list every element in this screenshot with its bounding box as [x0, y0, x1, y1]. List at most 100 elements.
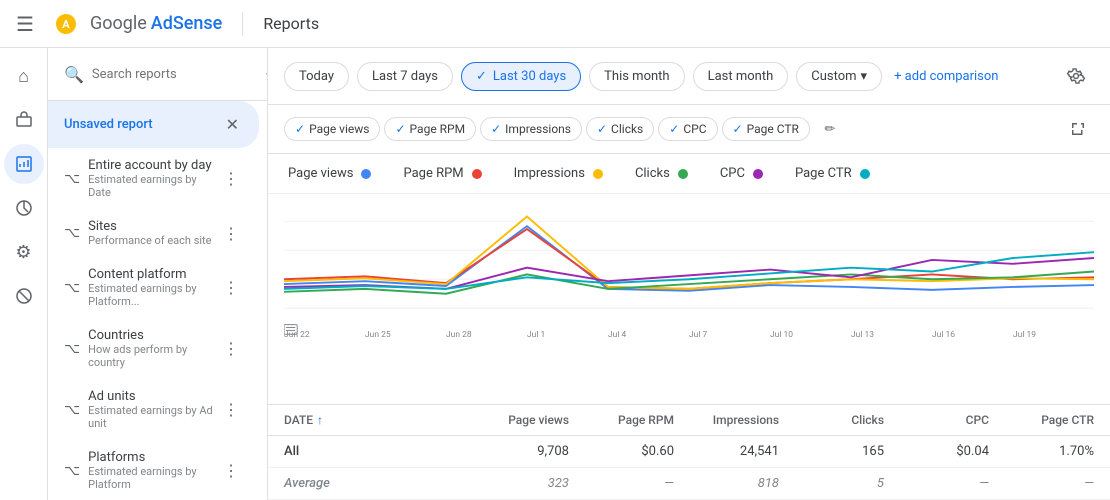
sidebar-item-ad-units[interactable]: ⌥ Ad units Estimated earnings by Ad unit… — [48, 379, 259, 440]
td-avg-page-rpm: — — [569, 476, 674, 491]
checkmark-icon: ✓ — [476, 69, 487, 84]
chip-cpc[interactable]: ✓ CPC — [658, 117, 717, 141]
legend-cpc: CPC — [720, 166, 763, 181]
custom-filter-button[interactable]: Custom ▾ — [796, 62, 882, 91]
legend-page-ctr: Page CTR — [795, 166, 870, 181]
legend-dot-page-ctr — [860, 169, 870, 179]
this-month-filter-button[interactable]: This month — [589, 62, 684, 91]
svg-text:Jul 19: Jul 19 — [1013, 330, 1036, 340]
header-divider — [242, 12, 243, 36]
countries-subtitle: How ads perform by country — [88, 343, 219, 369]
chip-page-rpm[interactable]: ✓ Page RPM — [384, 117, 476, 141]
td-avg-cpc: — — [884, 476, 989, 491]
date-filter-bar: Today Last 7 days ✓ Last 30 days This mo… — [268, 48, 1110, 105]
content-platform-more-icon[interactable]: ⋮ — [219, 274, 243, 301]
platforms-more-icon[interactable]: ⋮ — [219, 457, 243, 484]
td-avg-impressions: 818 — [674, 476, 779, 491]
google-text: Google — [90, 13, 147, 34]
svg-text:Jun 28: Jun 28 — [446, 330, 472, 340]
sidebar-item-sites[interactable]: ⌥ Sites Performance of each site ⋮ — [48, 209, 259, 257]
legend-impressions: Impressions — [514, 166, 603, 181]
ad-units-subtitle: Estimated earnings by Ad unit — [88, 404, 219, 430]
countries-more-icon[interactable]: ⋮ — [219, 335, 243, 362]
td-all-date: All — [284, 444, 464, 459]
entire-account-more-icon[interactable]: ⋮ — [219, 165, 243, 192]
nav-earnings-icon[interactable] — [4, 100, 44, 140]
nav-block-ads-icon[interactable] — [4, 276, 44, 316]
report-settings-icon[interactable] — [1058, 58, 1094, 94]
th-page-views[interactable]: Page views — [464, 413, 569, 427]
chip-impressions[interactable]: ✓ Impressions — [480, 117, 582, 141]
countries-label: Countries — [88, 328, 219, 343]
today-filter-button[interactable]: Today — [284, 62, 349, 91]
legend-dot-cpc — [753, 169, 763, 179]
td-avg-clicks: 5 — [779, 476, 884, 491]
legend-dot-impressions — [593, 169, 603, 179]
brand-name: Google AdSense — [90, 13, 222, 34]
nav-home-icon[interactable]: ⌂ — [4, 56, 44, 96]
sidebar: 🔍 + Unsaved report ✕ ⌥ Entire account by… — [48, 48, 268, 500]
legend-page-views: Page views — [288, 166, 371, 181]
th-page-ctr[interactable]: Page CTR — [989, 413, 1094, 427]
legend-dot-page-views — [361, 169, 371, 179]
svg-text:Jul 4: Jul 4 — [608, 330, 626, 340]
chevron-down-icon: ▾ — [861, 69, 868, 84]
expand-chart-icon[interactable] — [1062, 113, 1094, 145]
search-input[interactable] — [92, 67, 258, 82]
unsaved-report-label: Unsaved report — [64, 117, 222, 132]
check-cpc-icon: ✓ — [669, 122, 679, 136]
report-icon-entire-account: ⌥ — [64, 171, 80, 187]
td-avg-page-views: 323 — [464, 476, 569, 491]
sidebar-search-bar: 🔍 + — [48, 48, 267, 101]
check-page-rpm-icon: ✓ — [395, 122, 405, 136]
td-all-clicks: 165 — [779, 444, 884, 459]
sidebar-item-content-platform[interactable]: ⌥ Content platform Estimated earnings by… — [48, 257, 259, 318]
legend-dot-page-rpm — [472, 169, 482, 179]
sites-more-icon[interactable]: ⋮ — [219, 220, 243, 247]
chip-clicks[interactable]: ✓ Clicks — [586, 117, 654, 141]
legend-label-page-views: Page views — [288, 166, 353, 181]
sidebar-item-countries[interactable]: ⌥ Countries How ads perform by country ⋮ — [48, 318, 259, 379]
svg-text:Jul 16: Jul 16 — [932, 330, 955, 340]
svg-text:Jun 25: Jun 25 — [365, 330, 391, 340]
report-icon-countries: ⌥ — [64, 341, 80, 357]
sidebar-item-entire-account[interactable]: ⌥ Entire account by day Estimated earnin… — [48, 148, 259, 209]
legend-label-page-ctr: Page CTR — [795, 166, 852, 181]
ad-units-more-icon[interactable]: ⋮ — [219, 396, 243, 423]
td-all-page-ctr: 1.70% — [989, 444, 1094, 459]
svg-text:Jul 1: Jul 1 — [527, 330, 545, 340]
entire-account-label: Entire account by day — [88, 158, 219, 173]
legend-label-cpc: CPC — [720, 166, 745, 181]
content-platform-subtitle: Estimated earnings by Platform... — [88, 282, 219, 308]
td-all-cpc: $0.04 — [884, 444, 989, 459]
td-avg-page-ctr: — — [989, 476, 1094, 491]
th-cpc[interactable]: CPC — [884, 413, 989, 427]
menu-icon[interactable]: ☰ — [16, 12, 34, 36]
metric-chips-bar: ✓ Page views ✓ Page RPM ✓ Impressions ✓ … — [268, 105, 1110, 154]
legend-label-impressions: Impressions — [514, 166, 585, 181]
last7-filter-button[interactable]: Last 7 days — [357, 62, 453, 91]
report-icon-ad-units: ⌥ — [64, 402, 80, 418]
edit-metrics-icon[interactable]: ✏ — [814, 113, 846, 145]
last-month-filter-button[interactable]: Last month — [693, 62, 789, 91]
svg-text:A: A — [62, 18, 70, 31]
nav-optimization-icon[interactable] — [4, 188, 44, 228]
th-impressions[interactable]: Impressions — [674, 413, 779, 427]
th-page-rpm[interactable]: Page RPM — [569, 413, 674, 427]
nav-settings-icon[interactable]: ⚙ — [4, 232, 44, 272]
last30-filter-button[interactable]: ✓ Last 30 days — [461, 62, 581, 91]
sidebar-item-platforms[interactable]: ⌥ Platforms Estimated earnings by Platfo… — [48, 440, 259, 500]
add-comparison-button[interactable]: + add comparison — [894, 69, 998, 84]
sort-arrow-icon: ↑ — [317, 413, 323, 427]
sidebar-item-unsaved[interactable]: Unsaved report ✕ — [48, 101, 259, 148]
check-page-ctr-icon: ✓ — [733, 122, 743, 136]
nav-reports-icon[interactable] — [4, 144, 44, 184]
th-date[interactable]: DATE ↑ — [284, 413, 464, 427]
close-report-icon[interactable]: ✕ — [222, 111, 243, 138]
chip-page-ctr[interactable]: ✓ Page CTR — [722, 117, 810, 141]
th-clicks[interactable]: Clicks — [779, 413, 884, 427]
td-avg-date: Average — [284, 476, 464, 491]
legend-label-clicks: Clicks — [635, 166, 670, 181]
svg-text:Jul 10: Jul 10 — [770, 330, 793, 340]
chip-page-views[interactable]: ✓ Page views — [284, 117, 380, 141]
